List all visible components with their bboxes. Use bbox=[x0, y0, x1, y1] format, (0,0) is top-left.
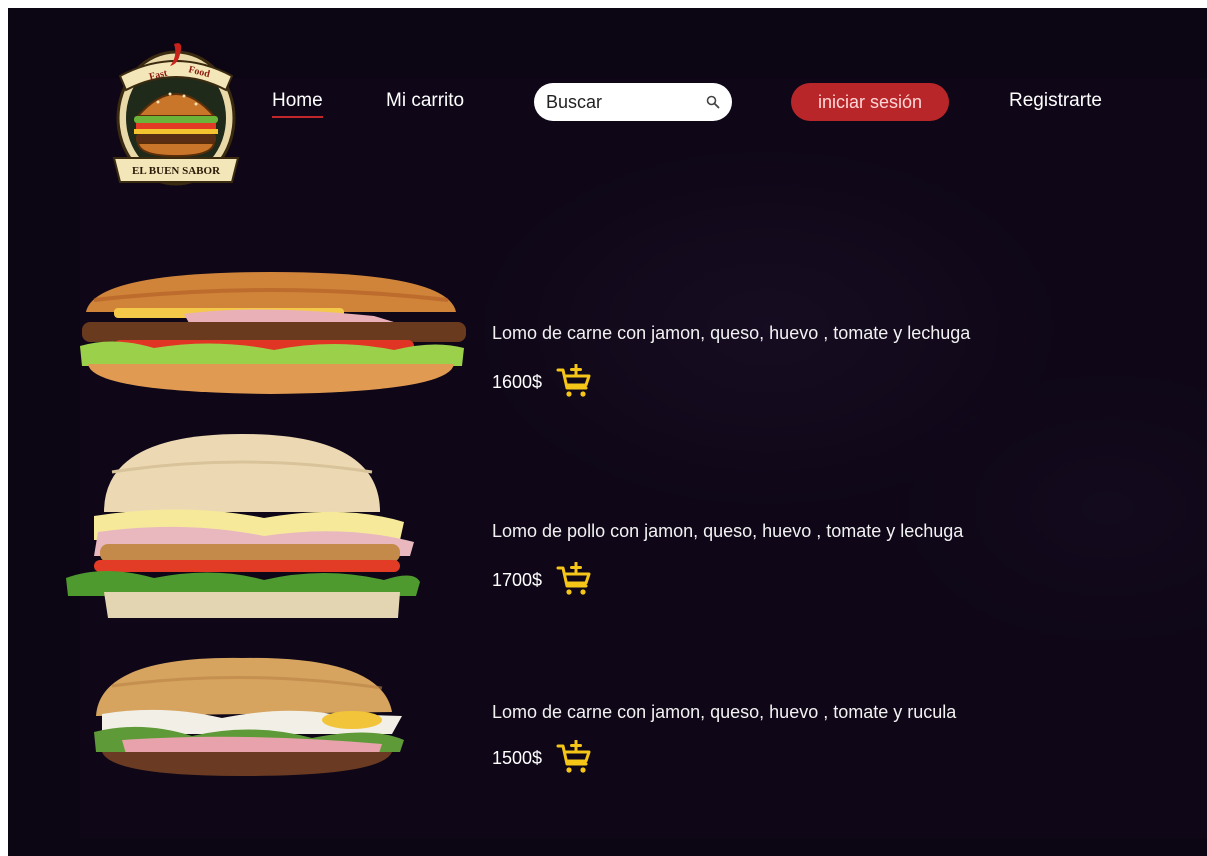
product-image-2 bbox=[66, 434, 420, 618]
login-button[interactable]: iniciar sesión bbox=[791, 83, 949, 121]
product-price-row: 1700$ bbox=[492, 562, 592, 598]
product-image-1 bbox=[80, 272, 466, 394]
app-frame: Fast Food EL BUEN SABOR Home Mi carrito … bbox=[8, 8, 1207, 856]
add-to-cart-icon[interactable] bbox=[556, 364, 592, 400]
product-image-3 bbox=[94, 657, 404, 776]
product-description: Lomo de carne con jamon, queso, huevo , … bbox=[492, 323, 971, 343]
product-price-row: 1600$ bbox=[492, 364, 592, 400]
product-description: Lomo de carne con jamon, queso, huevo , … bbox=[492, 702, 957, 722]
add-to-cart-icon[interactable] bbox=[556, 562, 592, 598]
product-price: 1600$ bbox=[492, 371, 543, 392]
product-description: Lomo de pollo con jamon, queso, huevo , … bbox=[492, 521, 964, 541]
product-price-row: 1500$ bbox=[492, 740, 592, 776]
search-input[interactable] bbox=[544, 90, 696, 114]
nav-home-link[interactable]: Home bbox=[272, 90, 323, 118]
brand-name: EL BUEN SABOR bbox=[132, 165, 221, 177]
nav-cart-link[interactable]: Mi carrito bbox=[386, 90, 464, 112]
search-icon[interactable] bbox=[706, 95, 720, 109]
search-box[interactable] bbox=[534, 83, 732, 121]
add-to-cart-icon[interactable] bbox=[556, 740, 592, 776]
product-price: 1500$ bbox=[492, 747, 543, 768]
product-price: 1700$ bbox=[492, 569, 543, 590]
brand-logo[interactable]: Fast Food EL BUEN SABOR bbox=[108, 36, 244, 192]
register-link[interactable]: Registrarte bbox=[1009, 90, 1102, 112]
